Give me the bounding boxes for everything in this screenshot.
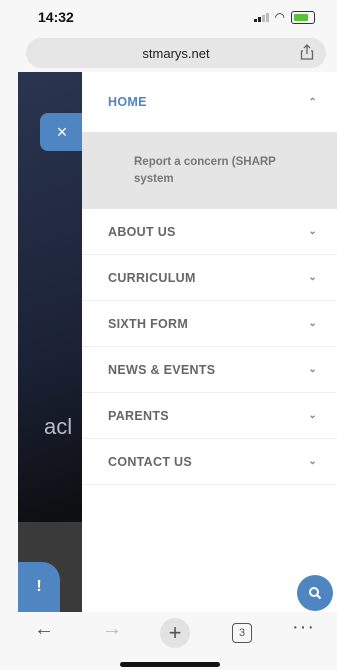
chevron-down-icon[interactable]: ⌄ bbox=[308, 226, 317, 237]
menu-item-label: CURRICULUM bbox=[108, 270, 196, 285]
status-bar: 14:32 ◠ bbox=[0, 0, 337, 34]
close-menu-button[interactable]: × bbox=[40, 113, 84, 151]
close-icon: × bbox=[56, 121, 68, 142]
chevron-down-icon[interactable]: ⌄ bbox=[308, 456, 317, 467]
menu-item-label: NEWS & EVENTS bbox=[108, 362, 216, 377]
menu-item-parents[interactable]: PARENTS ⌄ bbox=[82, 393, 337, 439]
forward-arrow-icon[interactable]: → bbox=[102, 618, 122, 641]
menu-item-sixth-form[interactable]: SIXTH FORM ⌄ bbox=[82, 301, 337, 347]
share-icon[interactable] bbox=[300, 44, 314, 60]
search-icon bbox=[309, 587, 322, 600]
hero-partial-text: acl bbox=[44, 414, 73, 439]
more-options-icon[interactable]: ··· bbox=[292, 616, 315, 639]
url-text: stmarys.net bbox=[142, 45, 210, 61]
chevron-down-icon[interactable]: ⌄ bbox=[308, 364, 317, 375]
menu-item-label: SIXTH FORM bbox=[108, 316, 189, 331]
menu-item-label: HOME bbox=[108, 95, 147, 109]
home-indicator bbox=[120, 662, 220, 667]
menu-item-label: PARENTS bbox=[108, 408, 169, 423]
menu-item-curriculum[interactable]: CURRICULUM ⌄ bbox=[82, 255, 337, 301]
chevron-up-icon[interactable]: ⌃ bbox=[308, 97, 317, 108]
new-tab-plus-icon[interactable]: + bbox=[160, 618, 190, 648]
status-icons: ◠ bbox=[253, 10, 315, 24]
alert-tab-button[interactable]: ! bbox=[18, 562, 60, 612]
chevron-down-icon[interactable]: ⌄ bbox=[308, 318, 317, 329]
tab-switcher-button[interactable]: 3 bbox=[232, 623, 252, 643]
back-arrow-icon[interactable]: ← bbox=[34, 618, 54, 641]
battery-icon bbox=[291, 10, 315, 24]
wifi-icon: ◠ bbox=[274, 10, 285, 24]
nav-drawer: HOME ⌃ Report a concern (SHARP system AB… bbox=[82, 72, 337, 612]
submenu-item-label: Report a concern (SHARP system bbox=[134, 156, 276, 185]
chevron-down-icon[interactable]: ⌄ bbox=[308, 410, 317, 421]
exclamation-icon: ! bbox=[36, 578, 42, 595]
menu-item-contact-us[interactable]: CONTACT US ⌄ bbox=[82, 439, 337, 485]
address-bar[interactable]: stmarys.net bbox=[26, 38, 326, 68]
signal-icon bbox=[253, 12, 269, 22]
status-time: 14:32 bbox=[38, 9, 74, 25]
menu-item-home[interactable]: HOME ⌃ bbox=[82, 72, 337, 132]
menu-item-label: ABOUT US bbox=[108, 224, 176, 239]
menu-item-label: CONTACT US bbox=[108, 454, 193, 469]
menu-item-news-events[interactable]: NEWS & EVENTS ⌄ bbox=[82, 347, 337, 393]
menu-item-about-us[interactable]: ABOUT US ⌄ bbox=[82, 209, 337, 255]
browser-toolbar: ← → + 3 ··· bbox=[0, 612, 337, 670]
chevron-down-icon[interactable]: ⌄ bbox=[308, 272, 317, 283]
submenu-report-concern[interactable]: Report a concern (SHARP system bbox=[82, 132, 337, 209]
search-button[interactable] bbox=[297, 575, 333, 611]
